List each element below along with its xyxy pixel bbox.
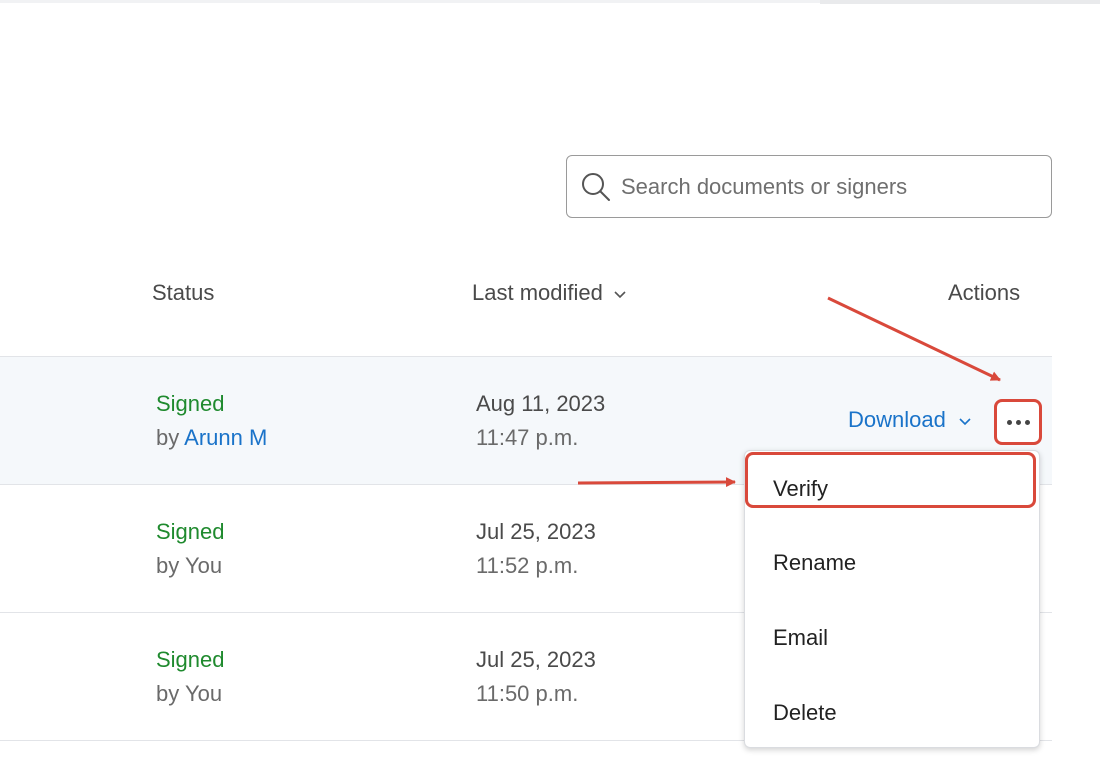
download-button[interactable]: Download [848, 407, 972, 433]
search-box[interactable] [566, 155, 1052, 218]
chevron-down-icon [958, 407, 972, 433]
download-label: Download [848, 407, 946, 432]
signed-by: by You [156, 681, 222, 707]
more-actions-button[interactable] [994, 399, 1042, 445]
signed-by-prefix: by [156, 425, 180, 450]
actions-menu: Verify Rename Email Delete [744, 450, 1040, 748]
signer-name: You [184, 681, 223, 706]
signer-name: You [184, 553, 223, 578]
menu-item-rename[interactable]: Rename [773, 550, 856, 576]
menu-item-delete[interactable]: Delete [773, 700, 837, 726]
modified-date: Jul 25, 2023 [476, 647, 596, 672]
modified-date: Aug 11, 2023 [476, 391, 606, 416]
column-header-actions: Actions [948, 280, 1021, 305]
search-icon [579, 170, 613, 204]
signed-by-prefix: by [156, 681, 180, 706]
column-header-last-modified-label: Last modified [472, 280, 603, 305]
signed-by: by You [156, 553, 222, 579]
signed-by: by Arunn M [156, 425, 267, 451]
menu-item-email[interactable]: Email [773, 625, 828, 651]
signer-link[interactable]: Arunn M [184, 425, 267, 450]
search-input[interactable] [621, 173, 1041, 200]
menu-item-verify[interactable]: Verify [773, 476, 828, 502]
modified-time: 11:47 p.m. [476, 425, 579, 450]
status-badge: Signed [156, 647, 225, 672]
modified-date: Jul 25, 2023 [476, 519, 596, 544]
column-header-last-modified[interactable]: Last modified [472, 280, 627, 306]
signed-by-prefix: by [156, 553, 180, 578]
status-badge: Signed [156, 519, 225, 544]
chevron-down-icon [613, 280, 627, 306]
status-badge: Signed [156, 391, 225, 416]
top-divider-shadow [820, 0, 1100, 4]
more-horizontal-icon [1006, 419, 1012, 425]
column-header-status: Status [152, 280, 215, 305]
modified-time: 11:52 p.m. [476, 553, 579, 578]
modified-time: 11:50 p.m. [476, 681, 579, 706]
